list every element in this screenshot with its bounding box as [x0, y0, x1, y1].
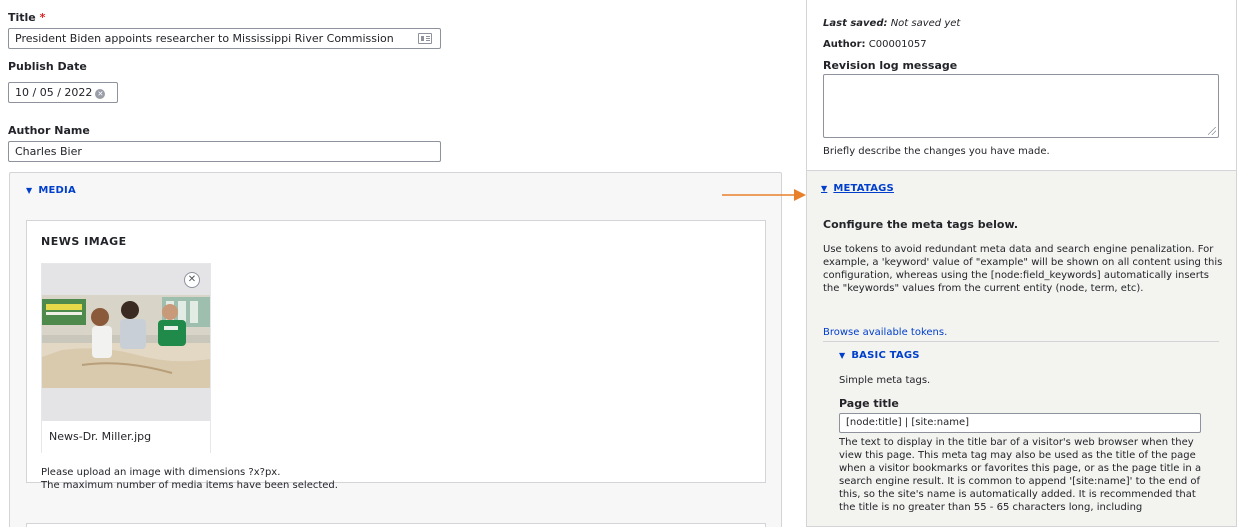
configure-heading: Configure the meta tags below. — [823, 218, 1019, 231]
page-title-value: [node:title] | [site:name] — [846, 417, 969, 428]
metatags-toggle[interactable]: ▼ METATAGS — [821, 183, 894, 194]
author-info: Author: C00001057 — [823, 39, 927, 50]
max-items-help: The maximum number of media items have b… — [41, 480, 338, 491]
last-saved-value: Not saved yet — [890, 18, 961, 29]
remove-media-button[interactable]: ✕ — [184, 272, 200, 288]
revision-log-help: Briefly describe the changes you have ma… — [823, 146, 1050, 157]
pointer-arrow-icon — [722, 189, 806, 201]
revision-log-textarea[interactable] — [823, 74, 1219, 138]
media-item-card: ✕ News-Dr. Miller.jpg — [41, 263, 211, 453]
page-title-input[interactable]: [node:title] | [site:name] — [839, 413, 1201, 433]
revision-panel: Last saved: Not saved yet Author: C00001… — [807, 0, 1236, 171]
tokens-description: Use tokens to avoid redundant meta data … — [823, 244, 1223, 294]
media-section: ▼ MEDIA NEWS IMAGE ✕ News-Dr. Miller.jpg… — [9, 172, 782, 527]
publish-date-label: Publish Date — [8, 60, 87, 73]
upload-dimensions-help: Please upload an image with dimensions ?… — [41, 467, 281, 478]
basic-tags-description: Simple meta tags. — [839, 375, 931, 386]
contact-card-icon — [418, 33, 432, 44]
author-name-value: Charles Bier — [15, 145, 82, 158]
browse-tokens-link[interactable]: Browse available tokens. — [823, 327, 947, 338]
next-media-widget — [26, 523, 766, 527]
publish-date-field[interactable]: 10 / 05 / 2022 ✕ — [8, 82, 118, 103]
media-toggle-label: MEDIA — [38, 185, 76, 196]
last-saved-label: Last saved: — [823, 18, 888, 29]
news-image-heading: NEWS IMAGE — [41, 235, 127, 248]
author-info-value: C00001057 — [868, 39, 927, 50]
page-title-label: Page title — [839, 397, 899, 410]
media-toggle[interactable]: ▼ MEDIA — [26, 185, 76, 196]
author-info-label: Author: — [823, 39, 866, 50]
clear-date-icon[interactable]: ✕ — [95, 89, 106, 99]
basic-tags-toggle-label: BASIC TAGS — [851, 350, 920, 361]
basic-tags-toggle[interactable]: ▼ BASIC TAGS — [839, 350, 920, 361]
title-field[interactable]: President Biden appoints researcher to M… — [8, 28, 441, 49]
triangle-down-icon: ▼ — [821, 184, 828, 193]
resize-grip-icon[interactable] — [1208, 127, 1216, 135]
triangle-down-icon: ▼ — [839, 351, 846, 360]
required-marker: * — [39, 11, 46, 24]
title-field-value: President Biden appoints researcher to M… — [15, 32, 394, 45]
news-photo-image — [42, 295, 210, 388]
triangle-down-icon: ▼ — [26, 186, 33, 195]
news-image-widget: NEWS IMAGE ✕ News-Dr. Miller.jpg Please … — [26, 220, 766, 491]
revision-log-label: Revision log message — [823, 59, 958, 72]
publish-date-value: 10 / 05 / 2022 — [15, 86, 93, 99]
metatags-toggle-label: METATAGS — [833, 183, 894, 194]
divider — [823, 341, 1219, 342]
thumbnail-area: ✕ — [42, 264, 210, 421]
page-title-help: The text to display in the title bar of … — [839, 437, 1202, 513]
media-file-name: News-Dr. Miller.jpg — [42, 421, 210, 453]
author-name-field[interactable]: Charles Bier — [8, 141, 441, 162]
sidebar: Last saved: Not saved yet Author: C00001… — [806, 0, 1237, 527]
title-label-text: Title — [8, 11, 36, 24]
author-name-label: Author Name — [8, 124, 90, 137]
title-label: Title * — [8, 11, 45, 24]
last-saved: Last saved: Not saved yet — [823, 18, 960, 29]
